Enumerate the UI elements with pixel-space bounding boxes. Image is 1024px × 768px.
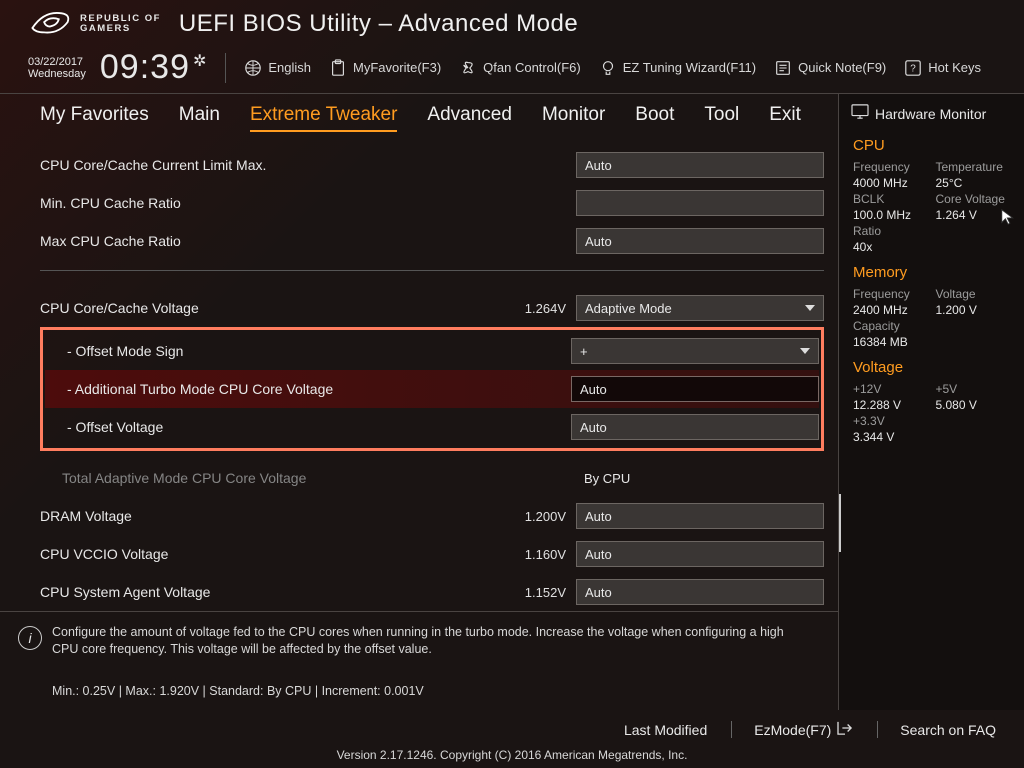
row-dram-voltage[interactable]: DRAM Voltage 1.200V Auto [40,497,824,535]
hw-volt-title: Voltage [853,359,1010,376]
field-cpu-core-cache-voltage[interactable]: Adaptive Mode [576,295,824,321]
tab-tool[interactable]: Tool [704,104,739,132]
field-cpu-vccio[interactable]: Auto [576,541,824,567]
hotkeys-button[interactable]: ? Hot Keys [904,59,981,77]
fan-icon [459,59,477,77]
date: 03/22/2017 [28,56,86,68]
rog-logo: REPUBLIC OF GAMERS [28,6,161,42]
page-title: UEFI BIOS Utility – Advanced Mode [179,10,578,38]
gear-icon[interactable]: ✲ [193,51,207,71]
hardware-monitor-panel: Hardware Monitor CPU FrequencyTemperatur… [838,94,1024,710]
row-offset-voltage[interactable]: - Offset Voltage Auto [45,408,819,446]
row-cpu-vccio[interactable]: CPU VCCIO Voltage 1.160V Auto [40,535,824,573]
svg-text:?: ? [911,63,917,74]
language-selector[interactable]: English [244,59,311,77]
tab-extreme-tweaker[interactable]: Extreme Tweaker [250,104,397,132]
row-cpu-core-cache-voltage[interactable]: CPU Core/Cache Voltage 1.264V Adaptive M… [40,289,824,327]
field-additional-turbo-voltage[interactable]: Auto [571,376,819,402]
help-footer: Min.: 0.25V | Max.: 1.920V | Standard: B… [0,668,838,710]
tab-advanced[interactable]: Advanced [427,104,512,132]
row-cpu-sa[interactable]: CPU System Agent Voltage 1.152V Auto [40,573,824,611]
version-line: Version 2.17.1246. Copyright (C) 2016 Am… [0,744,1024,768]
info-icon: i [18,626,42,650]
row-cpu-core-cache-limit[interactable]: CPU Core/Cache Current Limit Max. Auto [40,146,824,184]
ezmode-button[interactable]: EzMode(F7) [731,721,853,738]
field-max-cache-ratio[interactable]: Auto [576,228,824,254]
field-dram-voltage[interactable]: Auto [576,503,824,529]
row-total-adaptive: Total Adaptive Mode CPU Core Voltage By … [40,459,824,497]
date-block: 03/22/2017 Wednesday [28,56,86,80]
bulb-icon [599,59,617,77]
tab-my-favorites[interactable]: My Favorites [40,104,149,132]
tab-exit[interactable]: Exit [769,104,801,132]
globe-icon [244,59,262,77]
field-cpu-core-cache-limit[interactable]: Auto [576,152,824,178]
tab-monitor[interactable]: Monitor [542,104,605,132]
weekday: Wednesday [28,68,86,80]
qfan-button[interactable]: Qfan Control(F6) [459,59,581,77]
rog-eye-icon [28,6,72,42]
quicknote-button[interactable]: Quick Note(F9) [774,59,886,77]
note-icon [774,59,792,77]
exit-icon [837,721,853,738]
tab-boot[interactable]: Boot [635,104,674,132]
question-icon: ? [904,59,922,77]
eztuning-button[interactable]: EZ Tuning Wizard(F11) [599,59,756,77]
clock: 09:39 ✲ [100,48,208,87]
brand-line2: GAMERS [80,24,161,34]
field-offset-voltage[interactable]: Auto [571,414,819,440]
row-offset-mode-sign[interactable]: - Offset Mode Sign + [45,332,819,370]
help-pane: i Configure the amount of voltage fed to… [0,611,838,668]
hw-mem-title: Memory [853,264,1010,281]
row-max-cache-ratio[interactable]: Max CPU Cache Ratio Auto [40,222,824,260]
scroll-indicator [838,494,841,552]
highlight-region: - Offset Mode Sign + - Additional Turbo … [40,327,824,451]
hw-cpu-title: CPU [853,137,1010,154]
last-modified-button[interactable]: Last Modified [602,721,707,738]
field-offset-mode-sign[interactable]: + [571,338,819,364]
row-additional-turbo-voltage[interactable]: - Additional Turbo Mode CPU Core Voltage… [45,370,819,408]
field-cpu-sa[interactable]: Auto [576,579,824,605]
monitor-icon [851,104,869,123]
field-min-cache-ratio[interactable] [576,190,824,216]
tab-bar: My Favorites Main Extreme Tweaker Advanc… [0,94,838,140]
clipboard-icon [329,59,347,77]
row-min-cache-ratio[interactable]: Min. CPU Cache Ratio [40,184,824,222]
tab-main[interactable]: Main [179,104,220,132]
hw-title: Hardware Monitor [875,106,986,122]
myfavorite-button[interactable]: MyFavorite(F3) [329,59,441,77]
search-faq-button[interactable]: Search on FAQ [877,721,996,738]
